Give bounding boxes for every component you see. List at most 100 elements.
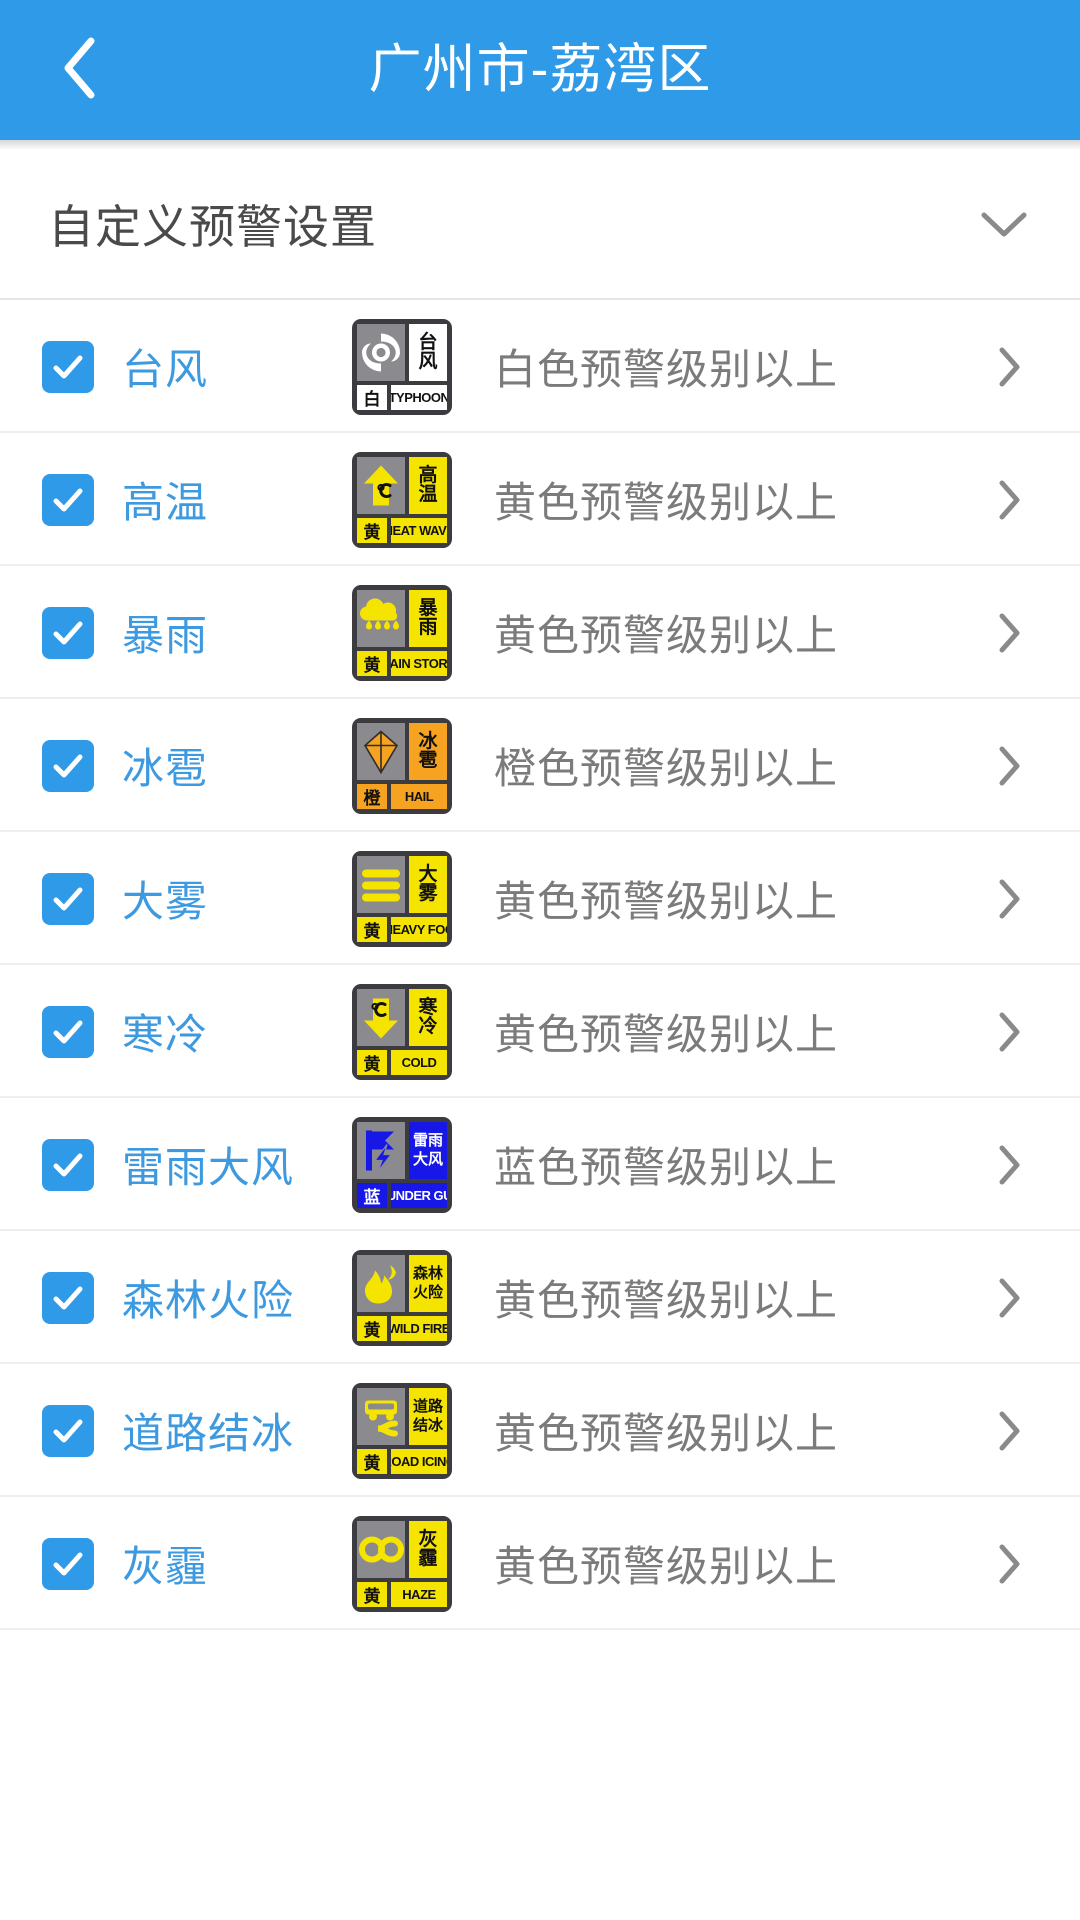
alert-enable-checkbox[interactable]: [42, 473, 94, 526]
warning-sign-name-en: RAIN STORM: [391, 650, 447, 676]
warning-sign-name-cn: 道路 结冰: [409, 1387, 447, 1445]
warning-sign-bottom: 黄HEAT WAVE: [357, 517, 447, 543]
alert-type-label: 台风: [122, 346, 209, 393]
check-icon: [53, 355, 83, 378]
typhoon-swirl-icon: [357, 323, 405, 381]
chevron-right-icon[interactable]: [986, 876, 1032, 922]
alert-row[interactable]: 台风 台风白 TYPHOON 白色预警级别以上: [0, 300, 1080, 433]
warning-sign-top: 大雾: [357, 855, 447, 913]
warning-sign-name-cn-char: 雷雨: [412, 1131, 443, 1149]
warning-sign-name-cn-char: 雾: [418, 882, 438, 904]
warning-sign-top: 冰雹: [357, 722, 447, 780]
chevron-right-icon[interactable]: [986, 1408, 1032, 1454]
section-title: 自定义预警设置: [48, 201, 377, 253]
warning-sign-name-cn: 灰霾: [409, 1520, 447, 1578]
warning-sign-icon: 森林 火险黄 WILD FIRE: [352, 1249, 452, 1346]
warning-sign-bottom: 黄ROAD ICING: [357, 1448, 447, 1474]
alert-level-threshold-label: 黄色预警级别以上: [494, 1410, 839, 1457]
warning-sign-level-cn: 黄: [357, 1315, 387, 1341]
warning-sign-icon: 大雾黄HEAVY FOG: [352, 850, 452, 947]
warning-sign-icon: 高温黄HEAT WAVE: [352, 451, 452, 548]
alert-row[interactable]: 雷雨大风 雷雨大风蓝THUNDER GUST 蓝色预警级别以上: [0, 1098, 1080, 1231]
warning-sign-name-cn: 森林 火险: [409, 1254, 447, 1312]
alert-enable-checkbox[interactable]: [42, 1138, 94, 1191]
haze-infinity-icon: [357, 1520, 405, 1578]
warning-sign-name-cn-char: 森林: [412, 1264, 443, 1282]
alert-enable-checkbox[interactable]: [42, 1271, 94, 1324]
chevron-right-icon[interactable]: [986, 743, 1032, 789]
warning-sign-icon: 暴雨黄RAIN STORM: [352, 584, 452, 681]
warning-sign-icon: 道路结冰黄ROAD ICING: [352, 1382, 452, 1479]
chevron-left-icon: [58, 33, 102, 108]
alert-enable-checkbox[interactable]: [42, 606, 94, 659]
chevron-right-icon[interactable]: [986, 610, 1032, 656]
warning-sign-name-en: HAZE: [391, 1581, 447, 1607]
check-icon: [53, 754, 83, 777]
alert-enable-checkbox[interactable]: [42, 340, 94, 393]
alert-row[interactable]: 森林火险 森林 火险黄 WILD FIRE 黄色预警级别以上: [0, 1231, 1080, 1364]
chevron-right-icon[interactable]: [986, 1275, 1032, 1321]
alert-row[interactable]: 冰雹 冰雹橙 HAIL 橙色预警级别以上: [0, 699, 1080, 832]
alert-enable-checkbox[interactable]: [42, 1005, 94, 1058]
warning-sign-name-en: HAIL: [391, 783, 447, 809]
fog-bars-icon: [357, 855, 405, 913]
chevron-down-icon[interactable]: [976, 196, 1032, 252]
warning-sign-name-cn-char: 雨: [418, 616, 438, 638]
warning-sign-name-cn-char: 火险: [412, 1283, 443, 1301]
warning-sign-bottom: 黄RAIN STORM: [357, 650, 447, 676]
warning-sign-name-cn-char: 道路: [412, 1397, 443, 1415]
warning-sign-bottom: 橙 HAIL: [357, 783, 447, 809]
warning-sign-name-en: THUNDER GUST: [391, 1182, 447, 1208]
warning-sign-level-cn: 黄: [357, 517, 387, 543]
alert-enable-checkbox[interactable]: [42, 1404, 94, 1457]
alert-type-list: 台风 台风白TYPHOON 白色预警级别以上高温 高温黄HEAT WAVE 黄色预警…: [0, 300, 1080, 1630]
chevron-right-icon[interactable]: [986, 344, 1032, 390]
alert-row[interactable]: 寒冷 寒冷黄 COLD 黄色预警级别以上: [0, 965, 1080, 1098]
alert-level-threshold-label: 黄色预警级别以上: [494, 878, 839, 925]
lightning-flag-icon: [357, 1121, 405, 1179]
warning-sign-name-cn-char: 大风: [412, 1150, 443, 1168]
skidding-car-icon: [357, 1387, 405, 1445]
alert-level-threshold-label: 蓝色预警级别以上: [494, 1144, 839, 1191]
chevron-right-icon[interactable]: [986, 1009, 1032, 1055]
rain-cloud-icon: [357, 589, 405, 647]
warning-sign-icon: 冰雹橙 HAIL: [352, 717, 452, 814]
chevron-right-icon[interactable]: [986, 1142, 1032, 1188]
warning-sign-name-cn-char: 雹: [418, 749, 438, 771]
warning-sign-icon: 台风白 TYPHOON: [352, 318, 452, 415]
app-bar: 广州市-荔湾区: [0, 0, 1080, 140]
warning-sign-top: 森林 火险: [357, 1254, 447, 1312]
warning-sign-level-cn: 黄: [357, 1049, 387, 1075]
alert-enable-checkbox[interactable]: [42, 1537, 94, 1590]
warning-sign-bottom: 黄HEAVY FOG: [357, 916, 447, 942]
chevron-right-icon[interactable]: [986, 477, 1032, 523]
warning-sign-name-cn: 寒冷: [409, 988, 447, 1046]
alert-type-label: 灰霾: [122, 1543, 209, 1590]
warning-sign-name-en: ROAD ICING: [391, 1448, 447, 1474]
warning-sign-name-cn-char: 冷: [418, 1015, 438, 1037]
warning-sign-name-en: HEAT WAVE: [391, 517, 447, 543]
custom-alert-settings-section-header[interactable]: 自定义预警设置: [0, 150, 1080, 300]
warning-sign-name-cn: 台风: [409, 323, 447, 381]
alert-enable-checkbox[interactable]: [42, 739, 94, 792]
warning-sign-top: 高温: [357, 456, 447, 514]
alert-type-label: 雷雨大风: [122, 1144, 295, 1191]
chevron-right-icon[interactable]: [986, 1541, 1032, 1587]
alert-row[interactable]: 高温 高温黄HEAT WAVE 黄色预警级别以上: [0, 433, 1080, 566]
warning-sign-name-cn: 暴雨: [409, 589, 447, 647]
warning-sign-name-cn-char: 温: [418, 483, 438, 505]
alert-enable-checkbox[interactable]: [42, 872, 94, 925]
warning-sign-name-cn: 冰雹: [409, 722, 447, 780]
alert-row[interactable]: 道路结冰 道路结冰黄ROAD ICING 黄色预警级别以上: [0, 1364, 1080, 1497]
back-button[interactable]: [34, 0, 126, 140]
alert-level-threshold-label: 黄色预警级别以上: [494, 1277, 839, 1324]
warning-sign-bottom: 黄 HAZE: [357, 1581, 447, 1607]
alert-row[interactable]: 灰霾 灰霾黄 HAZE 黄色预警级别以上: [0, 1497, 1080, 1630]
alert-level-threshold-label: 橙色预警级别以上: [494, 745, 839, 792]
alert-row[interactable]: 大雾 大雾黄HEAVY FOG 黄色预警级别以上: [0, 832, 1080, 965]
alert-level-threshold-label: 白色预警级别以上: [494, 346, 839, 393]
appbar-shadow: [0, 140, 1080, 150]
check-icon: [53, 1419, 83, 1442]
alert-row[interactable]: 暴雨 暴雨黄RAIN STORM 黄色预警级别以上: [0, 566, 1080, 699]
warning-sign-level-cn: 黄: [357, 1581, 387, 1607]
